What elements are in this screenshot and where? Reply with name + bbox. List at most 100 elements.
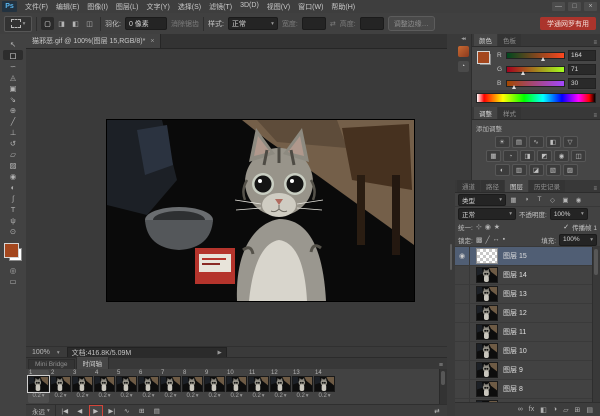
lock-transparent-pixels-icon[interactable]: ▩: [476, 236, 483, 244]
screen-mode-button[interactable]: ▭: [3, 276, 23, 286]
brush-tool[interactable]: ╱: [3, 116, 23, 126]
document-tab[interactable]: 猫邪恶.gif @ 100%(图层 15,RGB/8)* ×: [26, 34, 161, 48]
filter-toggle-icon[interactable]: ◉: [573, 195, 584, 205]
slider-marker[interactable]: [541, 57, 545, 61]
rectangular-marquee-tool[interactable]: ▢: [3, 50, 23, 60]
frame-thumbnail[interactable]: [72, 376, 93, 392]
layer-row-10[interactable]: ◉ 图层 10: [455, 342, 600, 361]
new-selection-button[interactable]: ▢: [41, 17, 54, 30]
type-tool[interactable]: T: [3, 204, 23, 214]
selective-color-icon[interactable]: ▨: [563, 164, 578, 176]
tool-preset-picker[interactable]: ▾: [4, 16, 32, 32]
color-lookup-icon[interactable]: ◫: [571, 150, 586, 162]
layer-thumbnail[interactable]: [476, 343, 498, 359]
slider-marker[interactable]: [521, 71, 525, 75]
new-layer-button[interactable]: ⊞: [575, 406, 581, 414]
add-mask-button[interactable]: ◧: [540, 406, 547, 414]
visibility-toggle[interactable]: ◉: [455, 399, 470, 402]
blur-tool[interactable]: ◉: [3, 171, 23, 181]
frame-thumbnail[interactable]: [292, 376, 313, 392]
red-value-input[interactable]: 164: [568, 50, 596, 61]
feather-input[interactable]: 0 像素: [125, 17, 167, 30]
blend-mode-select[interactable]: 正常 ▾: [458, 208, 516, 220]
visibility-toggle[interactable]: ◉: [455, 247, 470, 265]
layer-thumbnail[interactable]: [476, 324, 498, 340]
gradient-map-icon[interactable]: ▧: [546, 164, 561, 176]
layer-row-15[interactable]: ◉ 图层 15: [455, 247, 600, 266]
eyedropper-tool[interactable]: ⇘: [3, 94, 23, 104]
menu-image[interactable]: 图像(I): [83, 0, 112, 14]
close-document-icon[interactable]: ×: [150, 38, 154, 45]
delete-frame-button[interactable]: ▤: [151, 406, 163, 416]
panel-menu-icon[interactable]: ≡: [439, 362, 447, 369]
dodge-tool[interactable]: ◐: [3, 182, 23, 192]
filter-shape-layers-icon[interactable]: ◇: [547, 195, 558, 205]
frame-14[interactable]: 14 0.2 ▾: [314, 370, 335, 403]
quick-mask-button[interactable]: ◎: [3, 265, 23, 275]
intersect-selection-button[interactable]: ◫: [83, 17, 96, 30]
tab-channels[interactable]: 通道: [457, 180, 480, 192]
filter-type-layers-icon[interactable]: T: [534, 195, 545, 205]
frame-12[interactable]: 12 0.2 ▾: [270, 370, 291, 403]
filter-pixel-layers-icon[interactable]: ▦: [508, 195, 519, 205]
tab-paths[interactable]: 路径: [481, 180, 504, 192]
channel-mixer-icon[interactable]: ◉: [554, 150, 569, 162]
tab-mini-bridge[interactable]: Mini Bridge: [28, 359, 75, 369]
layer-row-11[interactable]: ◉ 图层 11: [455, 323, 600, 342]
frame-7[interactable]: 7 0.2 ▾: [160, 370, 181, 403]
close-button[interactable]: ×: [584, 2, 597, 11]
unify-visibility-icon[interactable]: ◉: [485, 223, 491, 231]
panel-menu-icon[interactable]: ≡: [593, 186, 600, 192]
menu-help[interactable]: 帮助(H): [327, 0, 359, 14]
layer-style-button[interactable]: fx: [529, 406, 534, 413]
fill-input[interactable]: 100% ▾: [559, 234, 597, 246]
layer-thumbnail[interactable]: [476, 248, 498, 264]
frame-13[interactable]: 13 0.2 ▾: [292, 370, 313, 403]
black-white-icon[interactable]: ◨: [520, 150, 535, 162]
invert-icon[interactable]: ◐: [495, 164, 510, 176]
frame-delay[interactable]: 0.2 ▾: [252, 392, 264, 400]
collapsed-panel-icon-2[interactable]: ◔: [458, 61, 469, 72]
frame-thumbnail[interactable]: [50, 376, 71, 392]
panel-menu-icon[interactable]: ≡: [593, 113, 600, 119]
visibility-toggle[interactable]: ◉: [455, 285, 470, 303]
layer-row-7[interactable]: ◉ 图层 7: [455, 399, 600, 402]
frame-delay[interactable]: 0.2 ▾: [32, 392, 44, 400]
panel-splitter[interactable]: [447, 34, 455, 416]
convert-timeline-button[interactable]: ⇄: [431, 406, 443, 416]
previous-frame-button[interactable]: ◀: [74, 406, 86, 416]
gradient-tool[interactable]: ▨: [3, 160, 23, 170]
add-to-selection-button[interactable]: ◨: [55, 17, 68, 30]
pen-tool[interactable]: ∫: [3, 193, 23, 203]
link-dimensions-icon[interactable]: ⇄: [330, 20, 336, 28]
foreground-color-swatch[interactable]: [477, 51, 490, 64]
refine-edge-button[interactable]: 调整边缘…: [388, 16, 435, 31]
opacity-input[interactable]: 100% ▾: [550, 208, 588, 220]
lock-position-icon[interactable]: ↔: [493, 236, 500, 243]
frame-delay[interactable]: 0.2 ▾: [318, 392, 330, 400]
menu-3d[interactable]: 3D(D): [236, 0, 263, 14]
spot-healing-brush-tool[interactable]: ⊕: [3, 105, 23, 115]
frame-thumbnail[interactable]: [182, 376, 203, 392]
tab-adjustments[interactable]: 调整: [474, 107, 497, 119]
loop-count-select[interactable]: 永远 ▾: [30, 406, 52, 416]
levels-icon[interactable]: ▤: [512, 136, 527, 148]
clone-stamp-tool[interactable]: ⊥: [3, 127, 23, 137]
zoom-level[interactable]: 100%: [32, 349, 50, 356]
threshold-icon[interactable]: ◪: [529, 164, 544, 176]
curves-icon[interactable]: ∿: [529, 136, 544, 148]
layer-row-9[interactable]: ◉ 图层 9: [455, 361, 600, 380]
frame-6[interactable]: 6 0.2 ▾: [138, 370, 159, 403]
style-select[interactable]: 正常 ▾: [228, 17, 278, 30]
width-input[interactable]: [302, 17, 326, 30]
menu-file[interactable]: 文件(F): [21, 0, 52, 14]
layer-thumbnail[interactable]: [476, 286, 498, 302]
frame-delay[interactable]: 0.2 ▾: [274, 392, 286, 400]
frame-thumbnail[interactable]: [28, 376, 49, 392]
frame-8[interactable]: 8 0.2 ▾: [182, 370, 203, 403]
photo-filter-icon[interactable]: ◩: [537, 150, 552, 162]
adjustment-layer-button[interactable]: ◑: [553, 406, 557, 413]
exposure-icon[interactable]: ◧: [546, 136, 561, 148]
tab-history[interactable]: 历史记录: [529, 180, 565, 192]
frame-delay[interactable]: 0.2 ▾: [54, 392, 66, 400]
